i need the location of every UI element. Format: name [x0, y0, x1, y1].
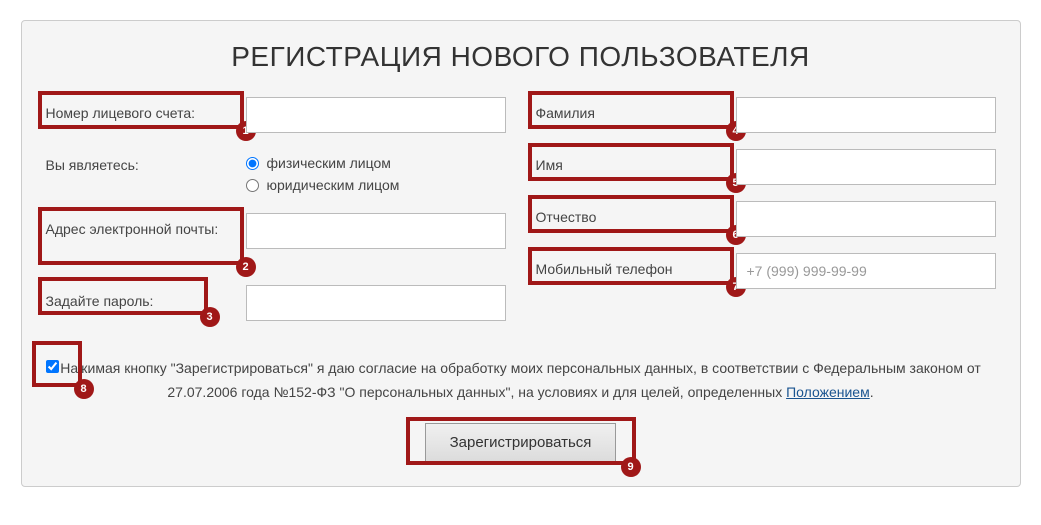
lastname-input[interactable]: [736, 97, 996, 133]
account-input[interactable]: [246, 97, 506, 133]
patronymic-row: Отчество 6: [536, 201, 996, 239]
email-label: Адрес электронной почты:: [46, 221, 219, 237]
badge-9: 9: [621, 457, 641, 477]
right-column: Фамилия 4 Имя 5: [536, 97, 996, 337]
email-row: Адрес электронной почты: 2: [46, 213, 506, 251]
account-row: Номер лицевого счета: 1: [46, 97, 506, 135]
consent-checkbox[interactable]: [46, 360, 59, 373]
patronymic-input[interactable]: [736, 201, 996, 237]
lastname-label: Фамилия: [536, 105, 595, 121]
registration-form: РЕГИСТРАЦИЯ НОВОГО ПОЛЬЗОВАТЕЛЯ Номер ли…: [21, 20, 1021, 487]
consent-row: 8 Нажимая кнопку "Зарегистрироваться" я …: [46, 357, 996, 405]
patronymic-label-wrap: Отчество 6: [536, 201, 736, 225]
you-are-row: Вы являетесь: физическим лицом юридическ…: [46, 149, 506, 199]
phone-label: Мобильный телефон: [536, 261, 673, 277]
form-columns: Номер лицевого счета: 1 Вы являетесь: фи…: [46, 97, 996, 337]
radio-legal-input[interactable]: [246, 179, 259, 192]
password-row: Задайте пароль: 3: [46, 285, 506, 323]
radio-individual[interactable]: физическим лицом: [246, 155, 506, 171]
left-column: Номер лицевого счета: 1 Вы являетесь: фи…: [46, 97, 506, 337]
patronymic-label: Отчество: [536, 209, 597, 225]
consent-text-after: .: [870, 384, 874, 400]
page-title: РЕГИСТРАЦИЯ НОВОГО ПОЛЬЗОВАТЕЛЯ: [46, 41, 996, 73]
firstname-input[interactable]: [736, 149, 996, 185]
email-label-wrap: Адрес электронной почты: 2: [46, 213, 246, 237]
account-label-wrap: Номер лицевого счета: 1: [46, 97, 246, 121]
radio-individual-input[interactable]: [246, 157, 259, 170]
firstname-label-wrap: Имя 5: [536, 149, 736, 173]
submit-button[interactable]: Зарегистрироваться: [425, 423, 617, 462]
firstname-label: Имя: [536, 157, 563, 173]
phone-input[interactable]: [736, 253, 996, 289]
you-are-label: Вы являетесь:: [46, 157, 139, 173]
radio-legal-label: юридическим лицом: [267, 177, 400, 193]
consent-link[interactable]: Положением: [786, 384, 870, 400]
password-label-wrap: Задайте пароль: 3: [46, 285, 246, 309]
submit-row: Зарегистрироваться 9: [46, 423, 996, 462]
password-input[interactable]: [246, 285, 506, 321]
phone-row: Мобильный телефон 7: [536, 253, 996, 291]
phone-label-wrap: Мобильный телефон 7: [536, 253, 736, 277]
lastname-label-wrap: Фамилия 4: [536, 97, 736, 121]
lastname-row: Фамилия 4: [536, 97, 996, 135]
email-input[interactable]: [246, 213, 506, 249]
password-label: Задайте пароль:: [46, 293, 154, 309]
radio-legal[interactable]: юридическим лицом: [246, 177, 506, 193]
badge-8: 8: [74, 379, 94, 399]
badge-3: 3: [200, 307, 220, 327]
radio-individual-label: физическим лицом: [267, 155, 391, 171]
account-label: Номер лицевого счета:: [46, 105, 196, 121]
firstname-row: Имя 5: [536, 149, 996, 187]
